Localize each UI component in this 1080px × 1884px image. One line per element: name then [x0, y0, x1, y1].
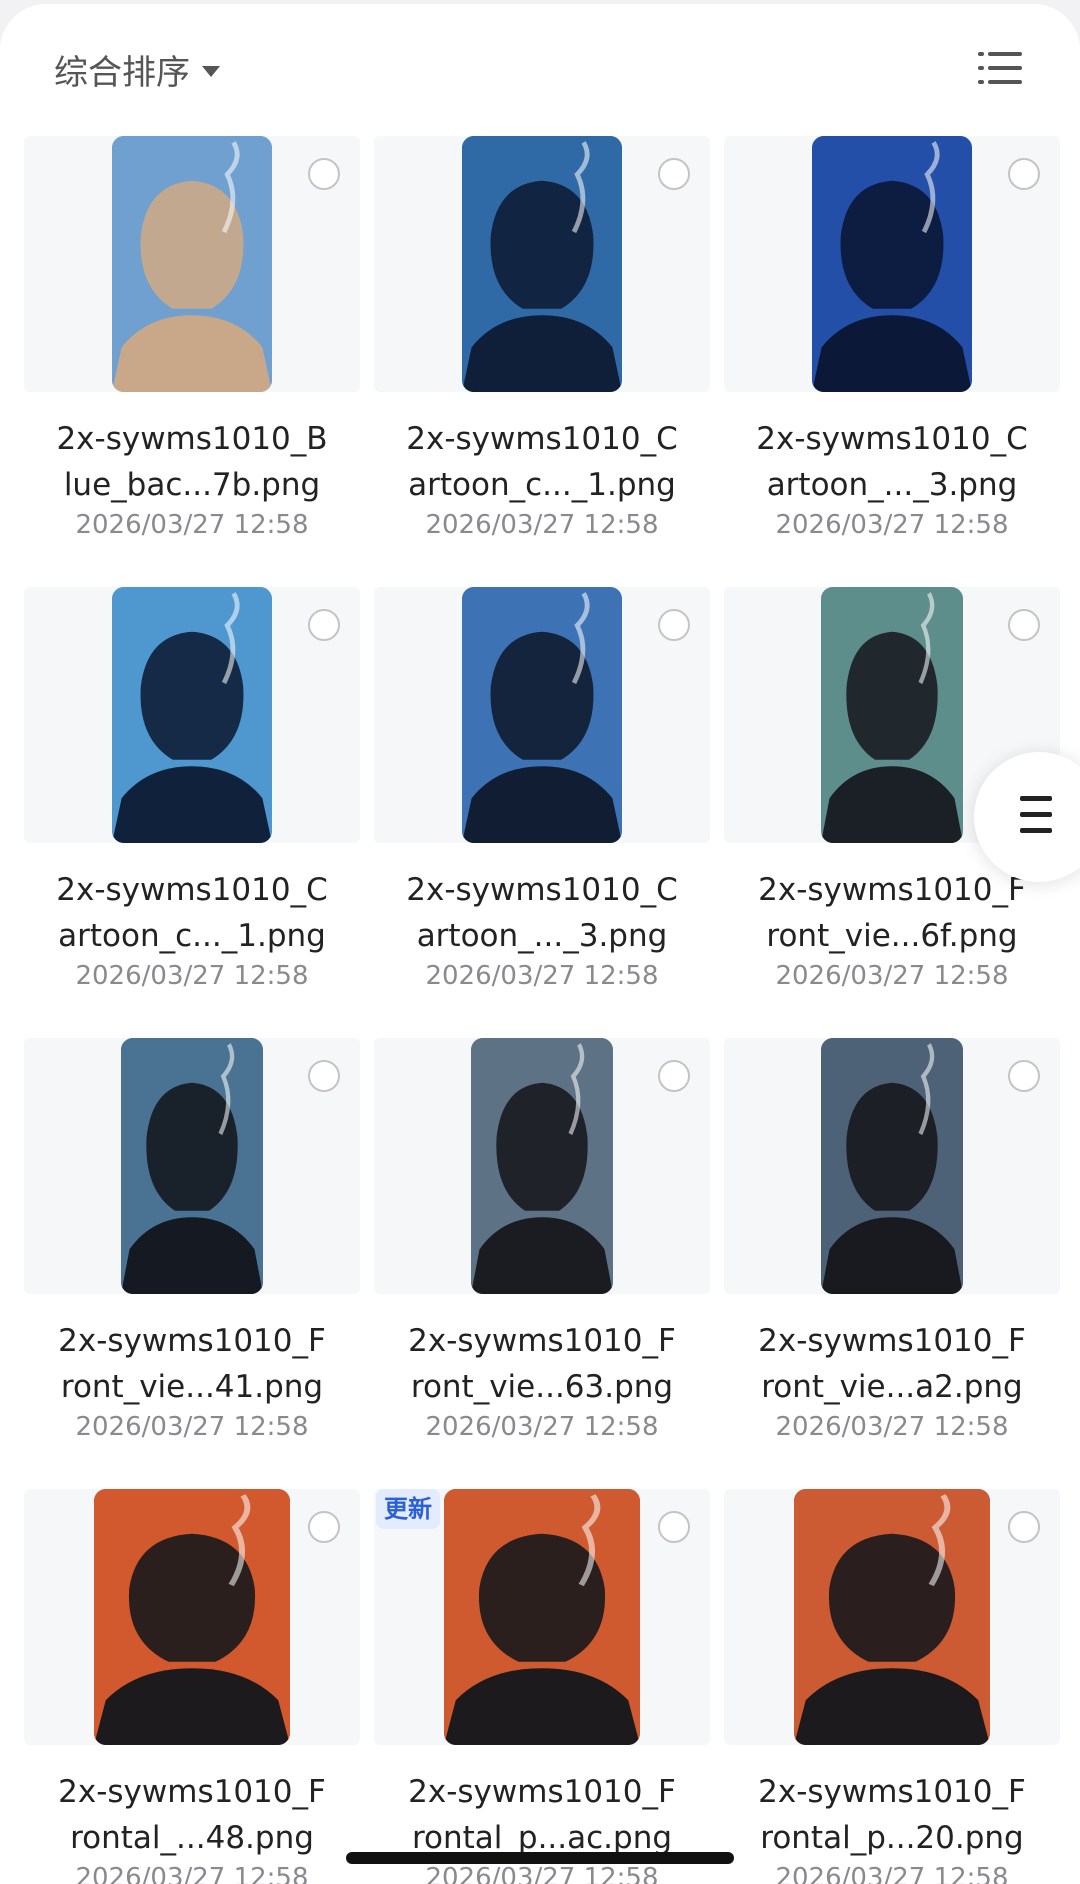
file-name-line1: 2x-sywms1010_F	[758, 1323, 1026, 1359]
thumbnail-area	[374, 1038, 710, 1294]
thumbnail-area	[724, 1038, 1060, 1294]
file-card[interactable]: 2x-sywms1010_C artoon_..._3.png 2026/03/27…	[724, 136, 1060, 576]
thumbnail-image	[121, 1038, 263, 1294]
thumbnail-image	[462, 136, 622, 392]
file-name-line1: 2x-sywms1010_F	[58, 1774, 326, 1810]
thumbnail-image	[794, 1489, 990, 1745]
file-card[interactable]: 2x-sywms1010_F rontal_p...20.png 2026/03/2…	[724, 1489, 1060, 1884]
thumbnail-area: 更新	[374, 1489, 710, 1745]
file-name: 2x-sywms1010_C artoon_..._3.png	[724, 416, 1060, 508]
file-name-line1: 2x-sywms1010_F	[758, 1774, 1026, 1810]
select-radio[interactable]	[658, 1060, 690, 1092]
thumbnail-area	[24, 587, 360, 843]
file-date: 2026/03/27 12:58	[425, 510, 659, 540]
file-name-line1: 2x-sywms1010_C	[56, 872, 328, 908]
thumbnail-area	[24, 136, 360, 392]
file-name-line2: artoon_c..._1.png	[58, 918, 326, 954]
select-radio[interactable]	[1008, 609, 1040, 641]
file-name-line1: 2x-sywms1010_C	[406, 421, 678, 457]
select-radio[interactable]	[1008, 1060, 1040, 1092]
file-name-line2: ront_vie...a2.png	[761, 1369, 1023, 1405]
file-browser-sheet: 综合排序 2x-sywms1010_B lue_bac...7b.png 2026/…	[0, 4, 1080, 1884]
file-date: 2026/03/27 12:58	[775, 961, 1009, 991]
thumbnail-image	[821, 587, 963, 843]
file-name-line1: 2x-sywms1010_F	[408, 1323, 676, 1359]
file-date: 2026/03/27 12:58	[775, 510, 1009, 540]
select-radio[interactable]	[1008, 1511, 1040, 1543]
file-name: 2x-sywms1010_F ront_vie...a2.png	[724, 1318, 1060, 1410]
file-name-line2: artoon_..._3.png	[766, 467, 1018, 503]
file-date: 2026/03/27 12:58	[425, 1412, 659, 1442]
file-name-line1: 2x-sywms1010_B	[56, 421, 328, 457]
file-card[interactable]: 2x-sywms1010_F ront_vie...41.png 2026/03/2…	[24, 1038, 360, 1478]
select-radio[interactable]	[308, 1060, 340, 1092]
thumbnail-area	[24, 1489, 360, 1745]
file-date: 2026/03/27 12:58	[75, 1863, 309, 1884]
thumbnail-area	[374, 136, 710, 392]
file-name-line2: lue_bac...7b.png	[63, 467, 321, 503]
file-date: 2026/03/27 12:58	[775, 1412, 1009, 1442]
file-name: 2x-sywms1010_F rontal_p...ac.png	[374, 1769, 710, 1861]
file-grid: 2x-sywms1010_B lue_bac...7b.png 2026/03/27…	[0, 4, 1080, 1884]
file-name-line2: rontal_p...20.png	[760, 1820, 1024, 1856]
thumbnail-image	[471, 1038, 613, 1294]
file-name: 2x-sywms1010_F ront_vie...63.png	[374, 1318, 710, 1410]
file-card[interactable]: 2x-sywms1010_F rontal_...48.png 2026/03/27…	[24, 1489, 360, 1884]
file-card[interactable]: 2x-sywms1010_F ront_vie...63.png 2026/03/2…	[374, 1038, 710, 1478]
file-card[interactable]: 2x-sywms1010_B lue_bac...7b.png 2026/03/27…	[24, 136, 360, 576]
home-indicator[interactable]	[346, 1852, 734, 1864]
file-date: 2026/03/27 12:58	[75, 510, 309, 540]
file-name-line2: artoon_..._3.png	[416, 918, 668, 954]
select-radio[interactable]	[308, 609, 340, 641]
file-name-line1: 2x-sywms1010_C	[406, 872, 678, 908]
file-name: 2x-sywms1010_F ront_vie...41.png	[24, 1318, 360, 1410]
file-card[interactable]: 2x-sywms1010_F ront_vie...a2.png 2026/03/2…	[724, 1038, 1060, 1478]
thumbnail-image	[112, 587, 272, 843]
file-name: 2x-sywms1010_C artoon_..._3.png	[374, 867, 710, 959]
file-name-line2: ront_vie...6f.png	[766, 918, 1018, 954]
select-radio[interactable]	[308, 158, 340, 190]
file-name: 2x-sywms1010_C artoon_c..._1.png	[24, 867, 360, 959]
thumbnail-image	[812, 136, 972, 392]
file-name-line2: ront_vie...41.png	[60, 1369, 324, 1405]
file-date: 2026/03/27 12:58	[425, 1863, 659, 1884]
thumbnail-area	[374, 587, 710, 843]
update-badge: 更新	[376, 1489, 440, 1529]
file-date: 2026/03/27 12:58	[75, 961, 309, 991]
file-name: 2x-sywms1010_C artoon_c..._1.png	[374, 416, 710, 508]
thumbnail-image	[444, 1489, 640, 1745]
thumbnail-image	[112, 136, 272, 392]
file-name-line2: artoon_c..._1.png	[408, 467, 676, 503]
select-radio[interactable]	[1008, 158, 1040, 190]
file-name-line2: ront_vie...63.png	[410, 1369, 674, 1405]
file-date: 2026/03/27 12:58	[75, 1412, 309, 1442]
select-radio[interactable]	[658, 1511, 690, 1543]
file-name-line1: 2x-sywms1010_F	[58, 1323, 326, 1359]
select-radio[interactable]	[308, 1511, 340, 1543]
thumbnail-area	[724, 1489, 1060, 1745]
thumbnail-area	[24, 1038, 360, 1294]
thumbnail-image	[821, 1038, 963, 1294]
file-card[interactable]: 2x-sywms1010_C artoon_..._3.png 2026/03/27…	[374, 587, 710, 1027]
select-radio[interactable]	[658, 158, 690, 190]
select-radio[interactable]	[658, 609, 690, 641]
file-date: 2026/03/27 12:58	[775, 1863, 1009, 1884]
thumbnail-area	[724, 136, 1060, 392]
file-card[interactable]: 2x-sywms1010_C artoon_c..._1.png 2026/03/2…	[24, 587, 360, 1027]
file-name: 2x-sywms1010_F rontal_p...20.png	[724, 1769, 1060, 1861]
file-date: 2026/03/27 12:58	[425, 961, 659, 991]
file-card[interactable]: 2x-sywms1010_C artoon_c..._1.png 2026/03/2…	[374, 136, 710, 576]
thumbnail-image	[462, 587, 622, 843]
file-name: 2x-sywms1010_B lue_bac...7b.png	[24, 416, 360, 508]
file-name: 2x-sywms1010_F rontal_...48.png	[24, 1769, 360, 1861]
file-name: 2x-sywms1010_F ront_vie...6f.png	[724, 867, 1060, 959]
file-name-line2: rontal_...48.png	[70, 1820, 314, 1856]
file-name-line1: 2x-sywms1010_C	[756, 421, 1028, 457]
file-name-line1: 2x-sywms1010_F	[408, 1774, 676, 1810]
thumbnail-image	[94, 1489, 290, 1745]
file-card[interactable]: 更新 2x-sywms1010_F rontal_p...ac.png 2026/03…	[374, 1489, 710, 1884]
